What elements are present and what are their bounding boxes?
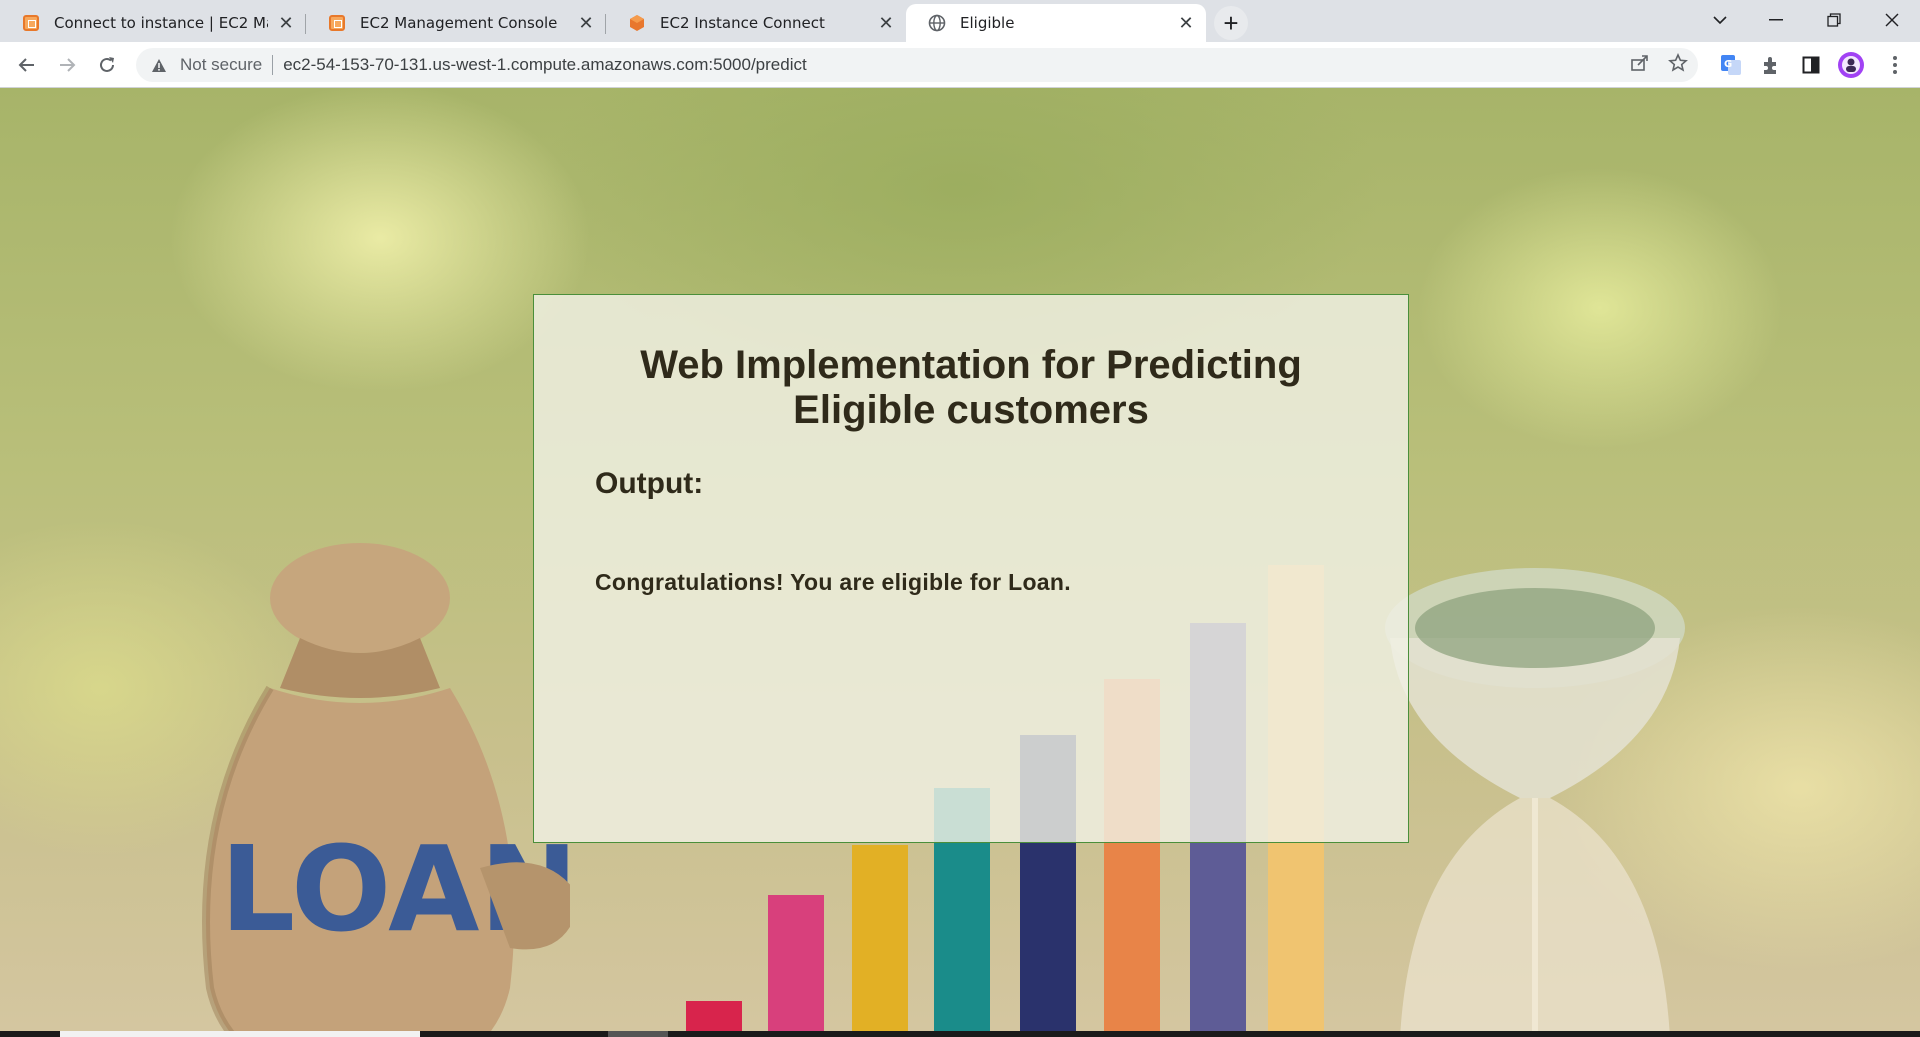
minimize-icon [1769, 19, 1783, 21]
tab-eligible[interactable]: Eligible ✕ [906, 4, 1206, 42]
more-options-icon[interactable] [1882, 52, 1908, 78]
bar-decoration [852, 845, 908, 1031]
aws-cube-icon [628, 14, 646, 32]
tab-title: Connect to instance | EC2 Manag [54, 14, 268, 32]
page-title-line-2: Eligible customers [793, 388, 1149, 432]
tab-connect-to-instance[interactable]: Connect to instance | EC2 Manag ✕ [0, 4, 306, 42]
hourglass-image [1385, 568, 1685, 1031]
page-title-line-1: Web Implementation for Predicting [640, 343, 1302, 387]
bookmark-star-icon[interactable] [1668, 52, 1688, 78]
page-title: Web Implementation for Predicting Eligib… [534, 343, 1408, 433]
result-card: Web Implementation for Predicting Eligib… [533, 294, 1409, 843]
security-status-label[interactable]: Not secure [180, 55, 262, 75]
taskbar-edge [0, 1031, 1920, 1037]
profile-avatar[interactable] [1838, 52, 1864, 78]
tab-strip: Connect to instance | EC2 Manag ✕ EC2 Ma… [0, 0, 1920, 42]
taskbar-segment [608, 1031, 668, 1037]
tab-title: Eligible [960, 14, 1015, 32]
url-text[interactable]: ec2-54-153-70-131.us-west-1.compute.amaz… [283, 55, 807, 75]
bar-decoration [768, 895, 824, 1031]
new-tab-button[interactable]: + [1214, 6, 1248, 40]
restore-button[interactable] [1806, 0, 1862, 40]
minimize-button[interactable] [1748, 0, 1804, 40]
share-icon[interactable] [1630, 54, 1650, 77]
page-viewport: LOAN Web Implementation for Predicting E… [0, 88, 1920, 1031]
reload-icon [100, 57, 114, 72]
close-tab-icon[interactable]: ✕ [876, 13, 896, 34]
address-divider [272, 55, 274, 75]
output-label: Output: [595, 467, 704, 500]
reload-button[interactable] [90, 48, 124, 82]
google-translate-icon[interactable]: G [1718, 52, 1744, 78]
globe-icon [928, 14, 946, 32]
prediction-result-text: Congratulations! You are eligible for Lo… [595, 569, 1071, 595]
back-button[interactable] [10, 48, 44, 82]
bar-decoration [686, 1001, 742, 1031]
close-tab-icon[interactable]: ✕ [1176, 13, 1196, 34]
plus-icon: + [1223, 7, 1239, 38]
tab-search-button[interactable] [1692, 0, 1748, 40]
warning-icon[interactable] [150, 56, 168, 74]
close-icon [1885, 13, 1899, 27]
close-tab-icon[interactable]: ✕ [276, 13, 296, 34]
loan-bag-image: LOAN [202, 543, 570, 1031]
side-panel-icon[interactable] [1798, 52, 1824, 78]
arrow-right-icon [60, 58, 76, 72]
restore-icon [1827, 13, 1841, 27]
close-tab-icon[interactable]: ✕ [576, 13, 596, 34]
close-window-button[interactable] [1864, 0, 1920, 40]
aws-console-icon [328, 14, 346, 32]
chevron-down-icon [1713, 16, 1727, 25]
extensions-puzzle-icon[interactable] [1758, 52, 1784, 78]
svg-text:G: G [1724, 59, 1732, 70]
tab-ec2-instance-connect[interactable]: EC2 Instance Connect ✕ [606, 4, 906, 42]
taskbar-segment [60, 1031, 420, 1037]
tab-title: EC2 Management Console [360, 14, 558, 32]
arrow-left-icon [18, 58, 34, 72]
address-bar[interactable]: Not secure ec2-54-153-70-131.us-west-1.c… [136, 48, 1698, 82]
tab-title: EC2 Instance Connect [660, 14, 825, 32]
aws-console-icon [22, 14, 40, 32]
forward-button[interactable] [50, 48, 84, 82]
tab-ec2-management-console[interactable]: EC2 Management Console ✕ [306, 4, 606, 42]
browser-toolbar: Not secure ec2-54-153-70-131.us-west-1.c… [0, 42, 1920, 88]
